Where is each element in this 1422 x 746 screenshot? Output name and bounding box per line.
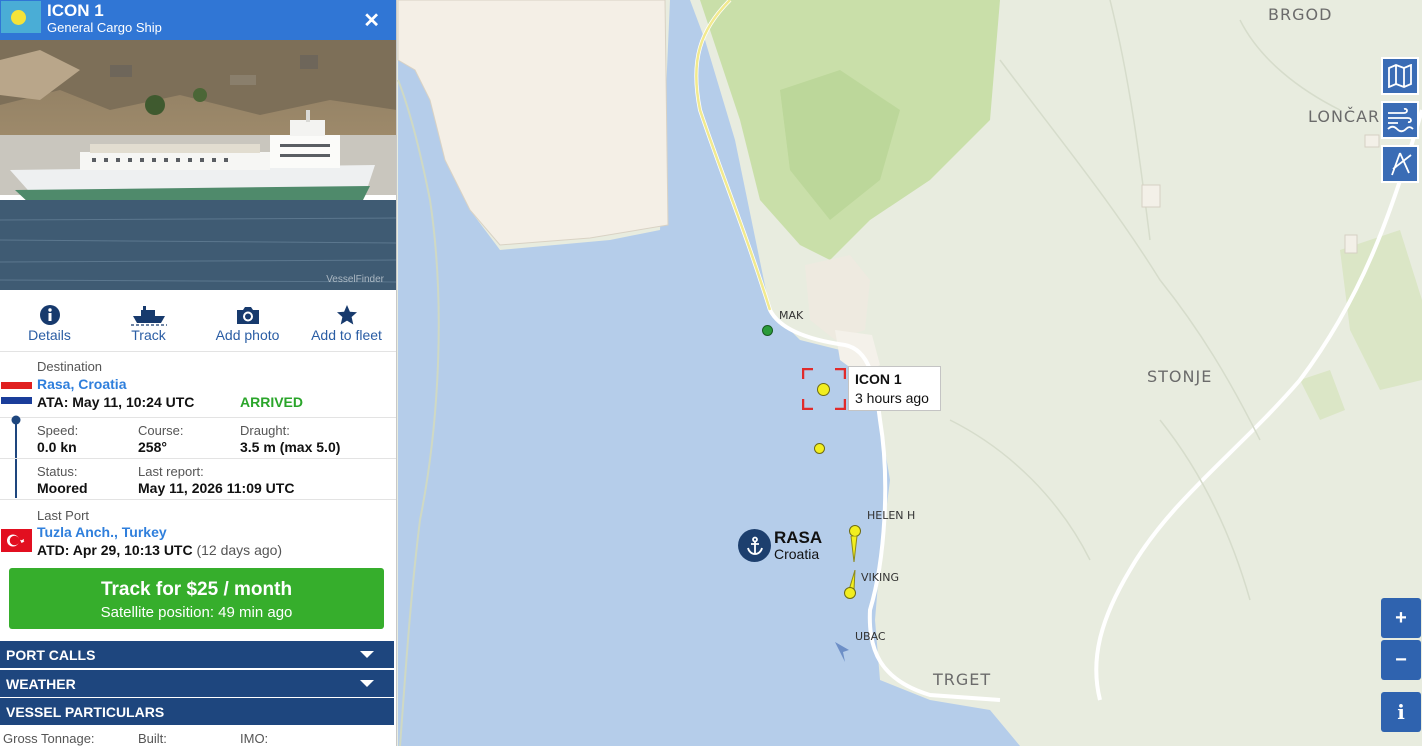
vessel-tooltip: ICON 1 3 hours ago bbox=[848, 366, 941, 411]
place-label-loncar: LONČAR bbox=[1308, 107, 1381, 126]
flag-croatia-icon bbox=[1, 382, 32, 404]
tooltip-vessel-name: ICON 1 bbox=[855, 371, 902, 387]
star-icon bbox=[297, 304, 396, 326]
weather-label: WEATHER bbox=[6, 676, 76, 692]
add-to-fleet-button[interactable]: Add to fleet bbox=[297, 290, 396, 351]
weather-layer-button[interactable] bbox=[1381, 101, 1419, 139]
flag-palau-icon bbox=[1, 1, 41, 33]
vessel-particulars-label: VESSEL PARTICULARS bbox=[6, 704, 165, 720]
course-label: Course: bbox=[138, 423, 184, 438]
last-report-label: Last report: bbox=[138, 464, 204, 479]
ship-arrow-marker[interactable] bbox=[833, 640, 851, 664]
speed-value: 0.0 kn bbox=[37, 439, 77, 455]
status-label: Status: bbox=[37, 464, 78, 479]
vessel-name: ICON 1 bbox=[47, 1, 104, 20]
anchor-icon bbox=[738, 529, 771, 562]
ship-marker[interactable] bbox=[762, 325, 773, 336]
camera-icon bbox=[198, 304, 297, 326]
place-label-trget: TRGET bbox=[933, 670, 992, 689]
berth-label-mak: MAK bbox=[779, 309, 804, 322]
track-button[interactable]: Track bbox=[99, 290, 198, 351]
photo-watermark: VesselFinder bbox=[326, 274, 384, 285]
chevron-down-icon bbox=[360, 651, 374, 658]
gross-tonnage-label: Gross Tonnage: bbox=[3, 731, 95, 746]
departure-time: ATD: Apr 29, 10:13 UTC bbox=[37, 542, 193, 558]
port-calls-label: PORT CALLS bbox=[6, 647, 96, 663]
chevron-down-icon bbox=[360, 680, 374, 687]
map-icon bbox=[1388, 64, 1412, 88]
ship-heading-tail bbox=[850, 536, 858, 562]
wind-waves-icon bbox=[1387, 107, 1414, 133]
vessel-header: ICON 1 General Cargo Ship ✕ bbox=[0, 0, 396, 40]
last-port-label: Last Port bbox=[37, 508, 90, 523]
departure-info: ATD: Apr 29, 10:13 UTC (12 days ago) bbox=[37, 542, 282, 558]
measure-distance-button[interactable] bbox=[1381, 145, 1419, 183]
arrival-time: ATA: May 11, 10:24 UTC bbox=[37, 394, 195, 410]
berth-label-ubac: UBAC bbox=[855, 630, 886, 643]
action-bar: Details Track Add photo Add to fleet bbox=[0, 290, 396, 352]
zoom-in-button[interactable]: + bbox=[1381, 598, 1421, 638]
details-label: Details bbox=[28, 327, 71, 343]
close-button[interactable]: ✕ bbox=[363, 8, 380, 33]
destination-section: Destination Rasa, Croatia ATA: May 11, 1… bbox=[0, 352, 396, 418]
ship-icon bbox=[99, 304, 198, 326]
status-value: Moored bbox=[37, 480, 88, 496]
last-port-link[interactable]: Tuzla Anch., Turkey bbox=[37, 524, 167, 540]
info-button[interactable]: i bbox=[1381, 692, 1421, 732]
add-to-fleet-label: Add to fleet bbox=[311, 327, 382, 343]
selected-ship-marker[interactable] bbox=[817, 383, 830, 396]
details-button[interactable]: Details bbox=[0, 290, 99, 351]
place-label-brgod: BRGOD bbox=[1268, 5, 1333, 24]
port-name: RASA bbox=[774, 528, 823, 547]
navigation-section: Speed: 0.0 kn Course: 258° Draught: 3.5 … bbox=[0, 415, 396, 500]
port-calls-header[interactable]: PORT CALLS bbox=[0, 641, 394, 668]
vessel-particulars-header[interactable]: VESSEL PARTICULARS bbox=[0, 698, 394, 725]
last-port-section: Last Port Tuzla Anch., Turkey ATD: Apr 2… bbox=[0, 500, 396, 562]
ship-marker[interactable] bbox=[844, 587, 856, 599]
track-label: Track bbox=[131, 327, 166, 343]
map-layers-button[interactable] bbox=[1381, 57, 1419, 95]
compass-divider-icon bbox=[1391, 152, 1412, 176]
arrival-status: ARRIVED bbox=[240, 394, 304, 410]
destination-label: Destination bbox=[37, 359, 103, 374]
last-report-value: May 11, 2026 11:09 UTC bbox=[138, 480, 295, 496]
berth-label-viking: VIKING bbox=[861, 571, 899, 584]
imo-label: IMO: bbox=[240, 731, 269, 746]
zoom-out-button[interactable]: − bbox=[1381, 640, 1421, 680]
destination-port-link[interactable]: Rasa, Croatia bbox=[37, 376, 126, 392]
add-photo-button[interactable]: Add photo bbox=[198, 290, 297, 351]
info-icon bbox=[0, 304, 99, 326]
track-price-label: Track for $25 / month bbox=[100, 579, 293, 600]
vessel-photo[interactable]: VesselFinder bbox=[0, 40, 396, 290]
departure-ago: (12 days ago) bbox=[196, 542, 283, 558]
weather-header[interactable]: WEATHER bbox=[0, 670, 394, 697]
voyage-timeline-icon bbox=[11, 415, 21, 498]
satellite-position-label: Satellite position: 49 min ago bbox=[100, 604, 293, 621]
vessel-panel: ICON 1 General Cargo Ship ✕ VesselFinder… bbox=[0, 0, 397, 746]
tooltip-last-seen: 3 hours ago bbox=[855, 390, 929, 406]
course-value: 258° bbox=[138, 439, 167, 455]
speed-label: Speed: bbox=[37, 423, 79, 438]
track-subscription-button[interactable]: Track for $25 / month Satellite position… bbox=[9, 568, 384, 629]
draught-label: Draught: bbox=[240, 423, 290, 438]
divider bbox=[0, 458, 396, 459]
built-label: Built: bbox=[138, 731, 167, 746]
vessel-type: General Cargo Ship bbox=[47, 20, 162, 35]
vessel-photo-image bbox=[0, 40, 396, 290]
add-photo-label: Add photo bbox=[215, 327, 280, 343]
place-label-stonje: STONJE bbox=[1147, 367, 1213, 386]
flag-turkey-icon bbox=[1, 529, 32, 552]
berth-label-helen-h: HELEN H bbox=[867, 509, 916, 522]
port-country: Croatia bbox=[774, 546, 820, 562]
draught-value: 3.5 m (max 5.0) bbox=[240, 439, 341, 455]
ship-marker[interactable] bbox=[814, 443, 825, 454]
